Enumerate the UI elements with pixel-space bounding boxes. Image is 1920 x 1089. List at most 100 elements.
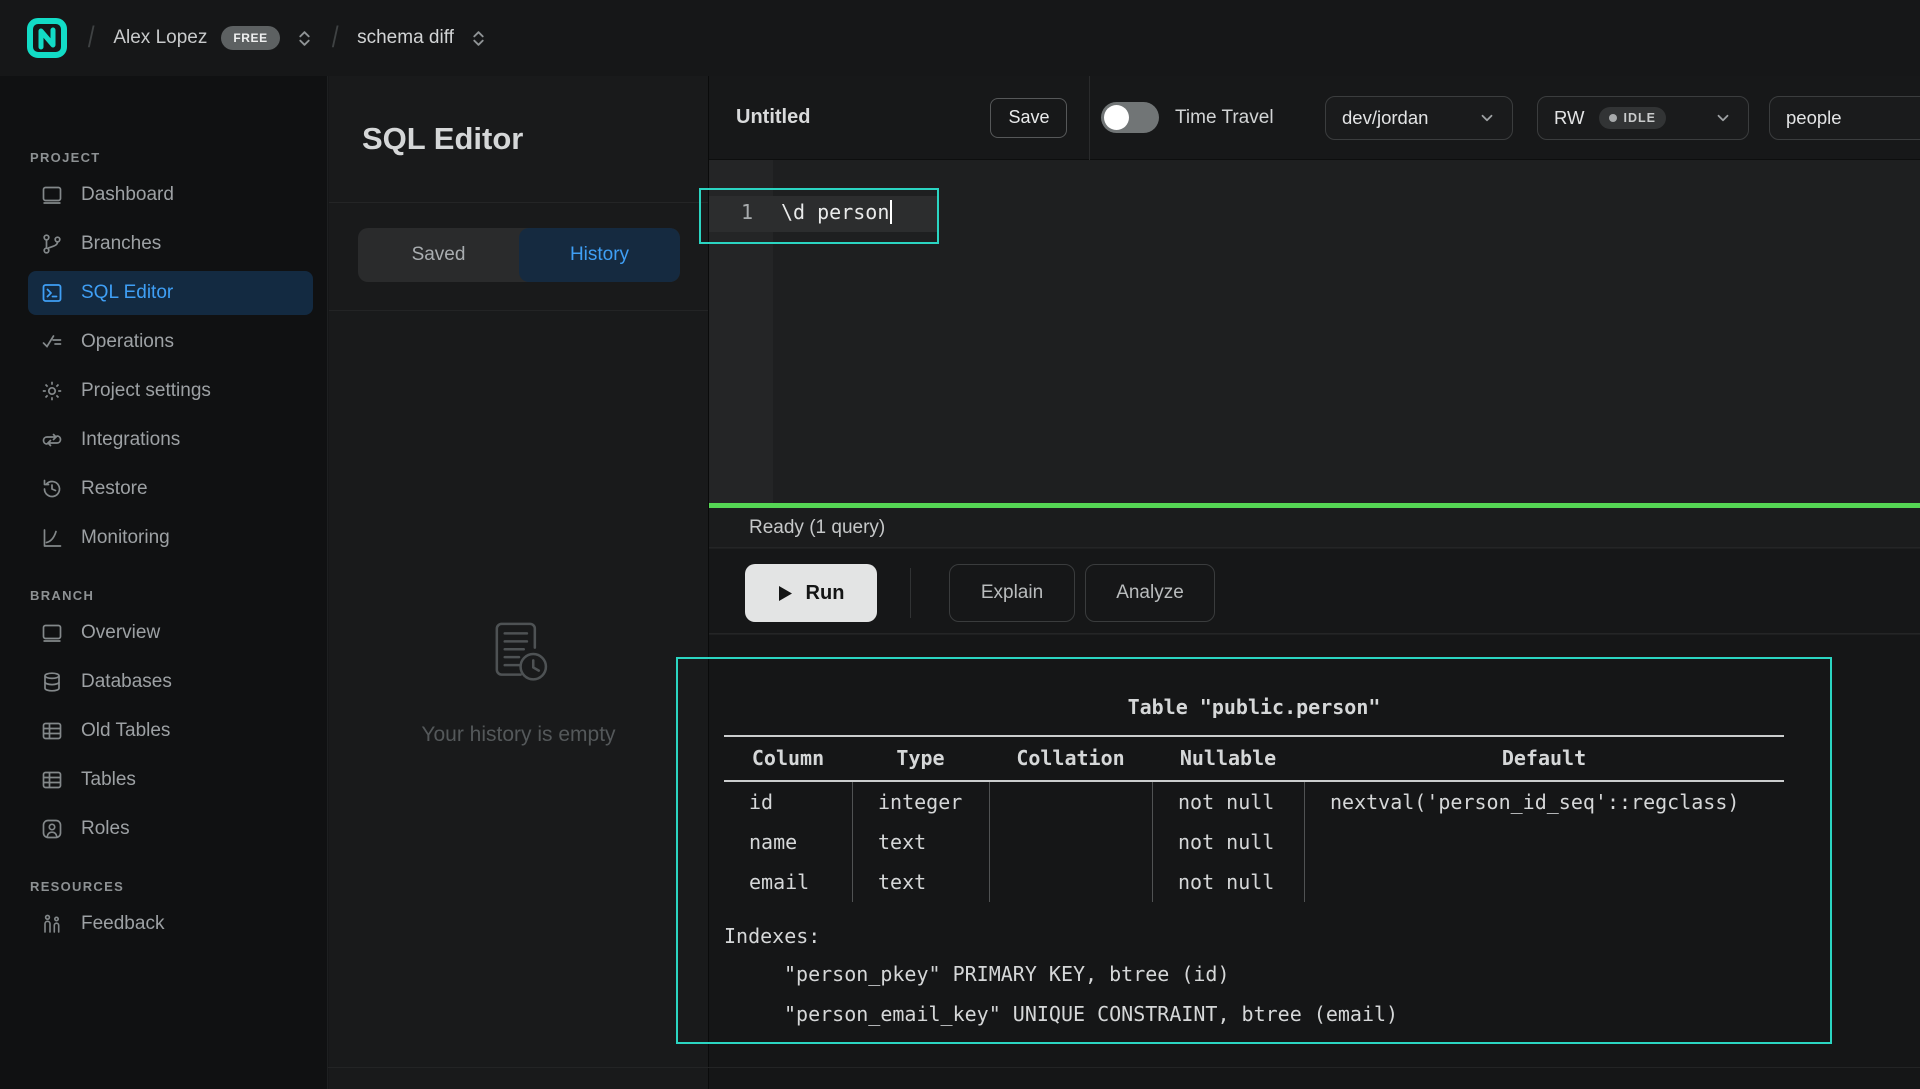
table-cell: text (852, 862, 989, 902)
sidebar-item-operations[interactable]: Operations (28, 320, 313, 364)
top-bar: / Alex Lopez FREE / schema diff (0, 0, 1920, 76)
table-cell: not null (1152, 822, 1304, 862)
sidebar-item-branches[interactable]: Branches (28, 222, 313, 266)
play-icon (778, 585, 793, 602)
feedback-people-icon (40, 912, 64, 936)
sidebar-item-label: Tables (81, 769, 136, 791)
project-switcher-chevrons-icon[interactable] (470, 29, 487, 48)
sidebar-item-label: Overview (81, 622, 160, 644)
sidebar-item-label: Dashboard (81, 184, 174, 206)
explain-button[interactable]: Explain (949, 564, 1075, 622)
sidebar-item-old-tables[interactable]: Old Tables (28, 709, 313, 753)
settings-gear-icon (40, 379, 64, 403)
analyze-button[interactable]: Analyze (1085, 564, 1215, 622)
sidebar-item-monitoring[interactable]: Monitoring (28, 516, 313, 560)
sql-editor-panel: SQL Editor Saved History Your history is… (329, 76, 708, 1089)
query-tab-title: Untitled (736, 106, 810, 129)
indexes-section: Indexes: "person_pkey" PRIMARY KEY, btre… (724, 918, 1784, 1034)
status-text: Ready (1 query) (749, 517, 885, 539)
overview-icon (40, 621, 64, 645)
sidebar-item-label: Databases (81, 671, 172, 693)
org-breadcrumb[interactable]: Alex Lopez (113, 27, 207, 49)
code-line[interactable]: \d person (781, 200, 892, 224)
breadcrumb-separator: / (332, 21, 339, 55)
actions-bar: Run Explain Analyze (709, 549, 1920, 634)
table-cell: text (852, 822, 989, 862)
sidebar-item-label: Feedback (81, 913, 164, 935)
tab-saved[interactable]: Saved (358, 228, 519, 282)
sidebar-item-label: Operations (81, 331, 174, 353)
sidebar-section-resources: RESOURCES (30, 879, 327, 894)
column-header: Nullable (1152, 737, 1304, 780)
editor-header: Untitled Save Time Travel dev/jordan RW … (709, 76, 1920, 160)
run-button[interactable]: Run (745, 564, 877, 622)
line-number: 1 (709, 200, 753, 224)
sidebar-item-label: Restore (81, 478, 148, 500)
branch-selector-value: dev/jordan (1342, 107, 1428, 129)
table-cell: not null (1152, 862, 1304, 902)
sidebar-item-label: Integrations (81, 429, 180, 451)
sidebar-item-label: Old Tables (81, 720, 170, 742)
tab-history[interactable]: History (519, 228, 680, 282)
table-cell (1304, 822, 1784, 862)
divider (1089, 76, 1090, 160)
sidebar-item-overview[interactable]: Overview (28, 611, 313, 655)
column-header: Default (1304, 737, 1784, 780)
status-bar: Ready (1 query) (709, 508, 1920, 548)
sidebar-item-label: Roles (81, 818, 130, 840)
results-table-title: Table "public.person" (724, 695, 1784, 723)
table-cell: email (724, 862, 852, 902)
sidebar-item-label: Project settings (81, 380, 211, 402)
table-cell (989, 782, 1152, 822)
monitoring-chart-icon (40, 526, 64, 550)
table-row: name text not null (724, 822, 1784, 862)
sidebar-item-restore[interactable]: Restore (28, 467, 313, 511)
code-editor[interactable]: 1 \d person (709, 160, 1920, 503)
run-button-label: Run (806, 582, 845, 605)
page-title: SQL Editor (362, 121, 523, 157)
sidebar-item-project-settings[interactable]: Project settings (28, 369, 313, 413)
time-travel-toggle[interactable] (1101, 102, 1159, 133)
table-cell: not null (1152, 782, 1304, 822)
column-header: Type (852, 737, 989, 780)
project-breadcrumb[interactable]: schema diff (357, 27, 454, 49)
compute-selector[interactable]: RW IDLE (1537, 96, 1749, 140)
divider (328, 1067, 1920, 1068)
branch-selector[interactable]: dev/jordan (1325, 96, 1513, 140)
neon-logo-icon[interactable] (25, 16, 69, 60)
index-line: "person_email_key" UNIQUE CONSTRAINT, bt… (724, 994, 1784, 1034)
sidebar-item-roles[interactable]: Roles (28, 807, 313, 851)
sidebar-item-label: Monitoring (81, 527, 170, 549)
sidebar-section-project: PROJECT (30, 150, 327, 165)
table-cell: name (724, 822, 852, 862)
sidebar-item-databases[interactable]: Databases (28, 660, 313, 704)
operations-icon (40, 330, 64, 354)
index-line: "person_pkey" PRIMARY KEY, btree (id) (724, 954, 1784, 994)
sidebar-item-feedback[interactable]: Feedback (28, 902, 313, 946)
restore-clock-icon (40, 477, 64, 501)
column-header: Collation (989, 737, 1152, 780)
table-cell (1304, 862, 1784, 902)
org-switcher-chevrons-icon[interactable] (296, 29, 313, 48)
history-empty-state: Your history is empty (329, 616, 708, 747)
table-icon (40, 768, 64, 792)
results-header-row: Column Type Collation Nullable Default (724, 737, 1784, 780)
sidebar-item-label: SQL Editor (81, 282, 173, 304)
column-header: Column (724, 737, 852, 780)
table-cell (989, 862, 1152, 902)
save-button[interactable]: Save (990, 98, 1067, 138)
sidebar-item-integrations[interactable]: Integrations (28, 418, 313, 462)
dashboard-icon (40, 183, 64, 207)
sidebar-item-dashboard[interactable]: Dashboard (28, 173, 313, 217)
compute-status-text: IDLE (1624, 111, 1656, 125)
compute-mode: RW (1554, 107, 1585, 129)
code-text: \d person (781, 200, 889, 224)
database-selector-value: people (1786, 107, 1842, 129)
sidebar-section-branch: BRANCH (30, 588, 327, 603)
table-cell: nextval('person_id_seq'::regclass) (1304, 782, 1784, 822)
breadcrumb-separator: / (88, 21, 95, 55)
sidebar-item-sql-editor[interactable]: SQL Editor (28, 271, 313, 315)
sidebar-item-tables[interactable]: Tables (28, 758, 313, 802)
indexes-label: Indexes: (724, 918, 1784, 954)
database-selector[interactable]: people (1769, 96, 1920, 140)
